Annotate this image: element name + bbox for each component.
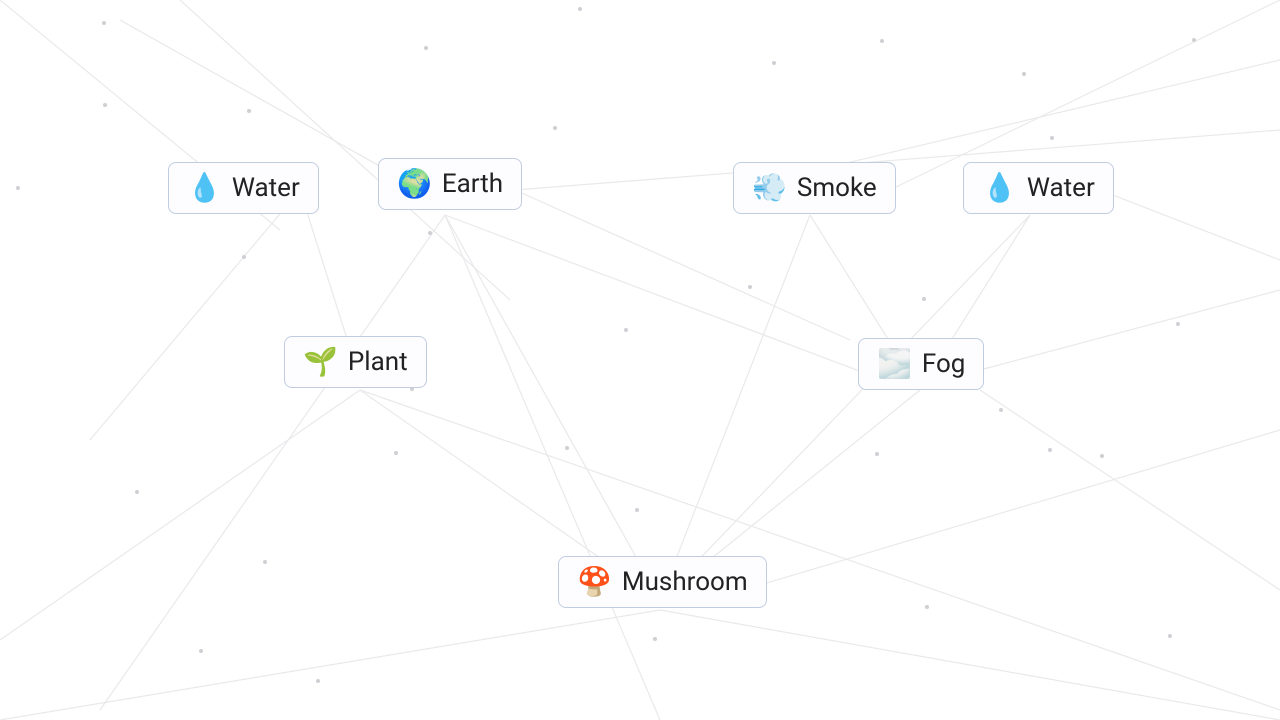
element-card-fog[interactable]: 🌫️ Fog xyxy=(858,338,984,390)
earth-icon: 🌍 xyxy=(397,170,432,198)
play-area[interactable]: 💧 Water 🌍 Earth 💨 Smoke 💧 Water 🌱 Plant 🌫️ Fog 🍄 Mush… xyxy=(0,0,1280,720)
element-label: Fog xyxy=(922,349,966,379)
element-card-water[interactable]: 💧 Water xyxy=(168,162,319,214)
smoke-icon: 💨 xyxy=(752,174,787,202)
element-label: Plant xyxy=(348,347,408,377)
water-drop-icon: 💧 xyxy=(187,174,222,202)
element-card-earth[interactable]: 🌍 Earth xyxy=(378,158,522,210)
plant-icon: 🌱 xyxy=(303,348,338,376)
element-label: Smoke xyxy=(797,173,877,203)
element-card-smoke[interactable]: 💨 Smoke xyxy=(733,162,896,214)
element-label: Earth xyxy=(442,169,503,199)
mushroom-icon: 🍄 xyxy=(577,568,612,596)
element-card-mushroom[interactable]: 🍄 Mushroom xyxy=(558,556,767,608)
element-label: Mushroom xyxy=(622,567,748,597)
element-card-water[interactable]: 💧 Water xyxy=(963,162,1114,214)
element-label: Water xyxy=(1027,173,1095,203)
fog-icon: 🌫️ xyxy=(877,350,912,378)
water-drop-icon: 💧 xyxy=(982,174,1017,202)
element-label: Water xyxy=(232,173,300,203)
element-card-plant[interactable]: 🌱 Plant xyxy=(284,336,427,388)
